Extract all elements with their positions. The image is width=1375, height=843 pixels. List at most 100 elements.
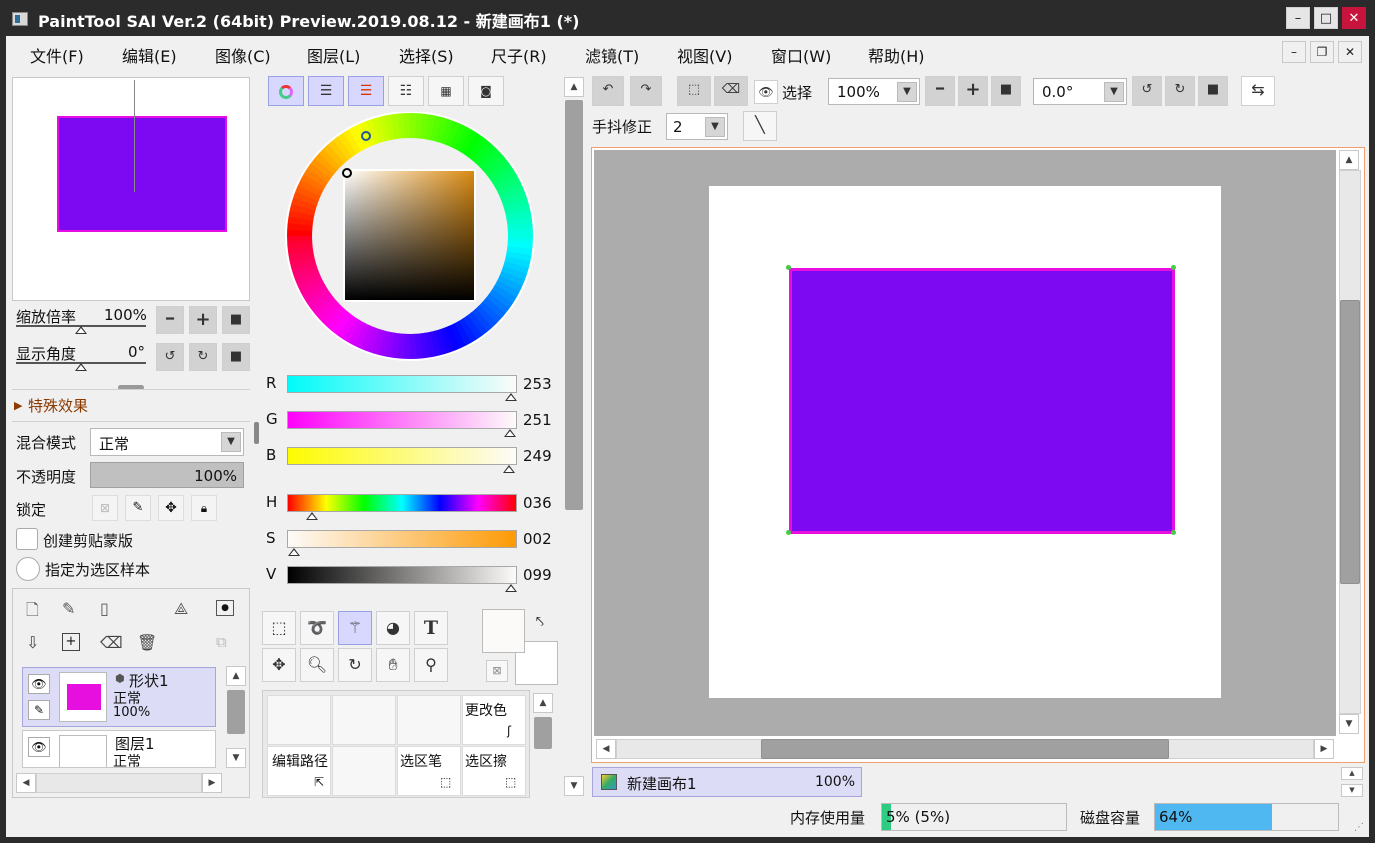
transfer-down-icon[interactable]: ⇩ (26, 633, 39, 652)
canvas-rotate-right-button[interactable]: ↻ (1165, 76, 1195, 106)
layer-row-shape1[interactable]: 👁︎ ✎ ⬢ 形状1 正常 100% (22, 667, 216, 727)
panel-scroll-up[interactable]: ▲ (564, 77, 584, 97)
clipping-mask-checkbox[interactable] (16, 528, 38, 550)
color-wheel[interactable] (284, 112, 536, 362)
scratchpad-tab[interactable]: ◙ (468, 76, 504, 106)
color-wheel-tab[interactable] (268, 76, 304, 106)
canvas-vscroll-thumb[interactable] (1340, 300, 1360, 584)
resize-grip-icon[interactable]: ⋰ (1354, 822, 1364, 833)
panel-scrollbar-thumb[interactable] (565, 100, 583, 510)
layer-row-layer1[interactable]: 👁︎ 图层1 正常 (22, 730, 216, 768)
menu-edit[interactable]: 编辑(E) (122, 43, 177, 67)
eye-icon[interactable]: 👁︎ (28, 737, 50, 757)
menu-window[interactable]: 窗口(W) (771, 43, 831, 67)
brush-slot-empty[interactable] (267, 695, 331, 745)
rgb-sliders-tab[interactable]: ☰ (308, 76, 344, 106)
mask-icon[interactable]: ● (216, 600, 234, 616)
lock-paint-icon[interactable]: ✎ (125, 495, 151, 521)
lock-move-icon[interactable]: ✥ (158, 495, 184, 521)
canvas-viewport[interactable] (594, 150, 1336, 736)
deselect-button[interactable]: ⬚ (677, 76, 711, 106)
trash-icon[interactable]: 🗑︎ (137, 633, 157, 652)
canvas-rotate-left-button[interactable]: ↺ (1132, 76, 1162, 106)
rotate-right-button[interactable]: ↻ (189, 343, 217, 371)
tabs-scroll-down[interactable]: ▼ (1341, 784, 1363, 797)
doc-minimize-button[interactable]: – (1282, 41, 1306, 63)
swap-colors-icon[interactable]: ⤣ (536, 614, 544, 630)
layer-scrollbar-thumb[interactable] (227, 690, 245, 734)
menu-view[interactable]: 视图(V) (677, 43, 732, 67)
layer-scroll-left[interactable]: ◀ (16, 773, 36, 793)
merge-down-icon[interactable]: + (62, 633, 80, 651)
lock-transparency-icon[interactable]: ⊠ (92, 495, 118, 521)
rotate-left-button[interactable]: ↺ (156, 343, 184, 371)
canvas-scroll-left[interactable]: ◀ (596, 739, 616, 759)
shape-tool[interactable]: ◕ (376, 611, 410, 645)
layer-scroll-up[interactable]: ▲ (226, 666, 246, 686)
zoom-in-button[interactable]: + (189, 306, 217, 334)
brush-edit-path[interactable]: 编辑路径 ⇱ (267, 746, 331, 796)
new-layer-icon[interactable]: 🗋 (26, 599, 39, 626)
shape-layer-icon[interactable]: ⟁ (174, 599, 188, 619)
flip-horizontal-button[interactable]: ⇆ (1241, 76, 1275, 106)
hsv-sliders-tab[interactable]: ☰ (348, 76, 384, 106)
stabilizer-select[interactable]: 2 ▼ (666, 113, 728, 140)
menu-filter[interactable]: 滤镜(T) (585, 43, 639, 67)
expand-arrow-icon[interactable]: ▶ (14, 399, 22, 412)
zoom-reset-button[interactable]: ■ (222, 306, 250, 334)
selection-source-checkbox[interactable] (16, 557, 40, 581)
zoom-out-button[interactable]: ━ (156, 306, 184, 334)
brush-selection-eraser[interactable]: 选区擦 ⬚ (462, 746, 526, 796)
hand-tool[interactable]: ✋︎ (376, 648, 410, 682)
shape-handle[interactable] (786, 265, 791, 270)
move-tool[interactable]: ✥ (262, 648, 296, 682)
panel-splitter[interactable] (254, 422, 259, 444)
minimize-button[interactable]: – (1286, 7, 1310, 29)
eyedropper-tool[interactable]: ⚲ (414, 648, 448, 682)
layer-scroll-right[interactable]: ▶ (202, 773, 222, 793)
brush-slot-empty[interactable] (397, 695, 461, 745)
angle-select[interactable]: 0.0° ▼ (1033, 78, 1127, 105)
brush-scroll-up[interactable]: ▲ (533, 693, 553, 713)
canvas-paper[interactable] (709, 186, 1221, 698)
canvas-zoom-in-button[interactable]: + (958, 76, 988, 106)
s-slider[interactable] (287, 530, 517, 548)
menu-image[interactable]: 图像(C) (215, 43, 271, 67)
rotate-reset-button[interactable]: ■ (222, 343, 250, 371)
panel-scroll-down[interactable]: ▼ (564, 776, 584, 796)
r-slider[interactable] (287, 375, 517, 393)
redo-button[interactable]: ↷ (630, 76, 662, 106)
pencil-icon[interactable]: ✎ (28, 700, 50, 720)
layer-scroll-down[interactable]: ▼ (226, 748, 246, 768)
blend-mode-select[interactable]: 正常 ▼ (90, 428, 244, 456)
g-slider[interactable] (287, 411, 517, 429)
document-tab[interactable]: 新建画布1 100% (592, 767, 862, 797)
menu-layer[interactable]: 图层(L) (307, 43, 360, 67)
hue-segment[interactable] (507, 229, 534, 238)
mixer-tab[interactable]: ☷ (388, 76, 424, 106)
menu-file[interactable]: 文件(F) (30, 43, 84, 67)
maximize-button[interactable]: □ (1314, 7, 1338, 29)
brush-slot-empty[interactable] (332, 695, 396, 745)
close-button[interactable]: ✕ (1342, 7, 1366, 29)
rotate-tool[interactable]: ↻ (338, 648, 372, 682)
clear-layer-icon[interactable]: ⌫ (100, 633, 123, 652)
shape-handle[interactable] (786, 530, 791, 535)
transparent-color-icon[interactable]: ⊠ (486, 660, 508, 682)
zoom-select[interactable]: 100% ▼ (828, 78, 920, 105)
navigator-preview[interactable] (12, 77, 250, 301)
eye-icon[interactable]: 👁︎ (754, 80, 778, 104)
brush-scrollbar-thumb[interactable] (534, 717, 552, 749)
shape-handle[interactable] (1171, 265, 1176, 270)
brush-selection-pen[interactable]: 选区笔 ⬚ (397, 746, 461, 796)
lasso-tool[interactable]: ➰ (300, 611, 334, 645)
shape-handle[interactable] (1171, 530, 1176, 535)
tabs-scroll-up[interactable]: ▲ (1341, 767, 1363, 780)
purple-rectangle-shape[interactable] (789, 268, 1175, 534)
brush-slot-empty[interactable] (332, 746, 396, 796)
h-slider[interactable] (287, 494, 517, 512)
zoom-tool[interactable]: 🔍︎ (300, 648, 334, 682)
lock-all-icon[interactable]: 🔒︎ (191, 495, 217, 521)
canvas-scroll-down[interactable]: ▼ (1339, 714, 1359, 734)
menu-select[interactable]: 选择(S) (399, 43, 454, 67)
